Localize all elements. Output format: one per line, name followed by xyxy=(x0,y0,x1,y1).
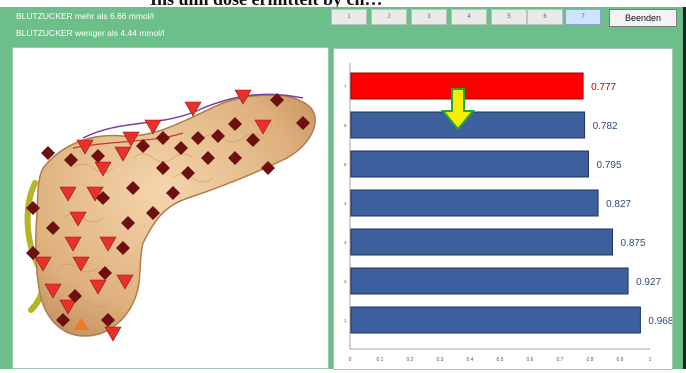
x-tick-label: 0 xyxy=(349,357,352,363)
x-tick-label: 0.4 xyxy=(467,357,474,363)
x-tick-label: 0.5 xyxy=(497,357,504,363)
bar-value-label: 0.795 xyxy=(597,160,622,171)
dose-button-4[interactable]: 4 xyxy=(451,9,487,25)
bar-value-label: 0.927 xyxy=(636,277,661,288)
x-tick-label: 0.9 xyxy=(617,357,624,363)
dose-button-1[interactable]: 1 xyxy=(331,9,367,25)
category-label: 2 xyxy=(344,279,347,284)
x-tick-label: 0.8 xyxy=(587,357,594,363)
bar-5 xyxy=(350,150,589,178)
category-label: 4 xyxy=(344,201,347,206)
end-button[interactable]: Beenden xyxy=(609,9,677,27)
bar-value-label: 0.782 xyxy=(593,121,618,132)
pancreas-illustration xyxy=(24,89,316,342)
pancreas-image-panel xyxy=(12,47,329,369)
bar-7 xyxy=(350,72,584,100)
x-tick-label: 0.3 xyxy=(437,357,444,363)
bar-value-label: 0.968 xyxy=(648,316,672,327)
category-label: 3 xyxy=(344,240,347,245)
dose-button-2[interactable]: 2 xyxy=(371,9,407,25)
marker-triangle xyxy=(104,326,122,342)
bar-value-label: 0.777 xyxy=(591,82,616,93)
dose-button-5[interactable]: 5 xyxy=(491,9,527,25)
category-label: 7 xyxy=(344,84,347,89)
app-window: BLUTZUCKER mehr als 6.66 mmol/l BLUTZUCK… xyxy=(0,7,686,370)
dose-button-6[interactable]: 6 xyxy=(527,9,563,25)
bar-value-label: 0.875 xyxy=(621,238,646,249)
x-tick-label: 0.6 xyxy=(527,357,534,363)
results-chart-panel: 0.777 7 0.782 6 0.795 5 0.827 4 0.875 3 0.927 2 0.96… xyxy=(333,48,673,370)
x-tick-label: 0.2 xyxy=(407,357,414,363)
dose-button-7[interactable]: 7 xyxy=(565,9,601,25)
category-label: 5 xyxy=(344,162,347,167)
bar-value-label: 0.827 xyxy=(606,199,631,210)
category-label: 1 xyxy=(344,318,347,323)
x-tick-label: 1 xyxy=(649,357,652,363)
x-tick-label: 0.7 xyxy=(557,357,564,363)
dose-button-3[interactable]: 3 xyxy=(411,9,447,25)
bar-3 xyxy=(350,228,613,256)
bar-2 xyxy=(350,267,629,295)
bar-4 xyxy=(350,189,599,217)
dose-bar-chart: 0.777 7 0.782 6 0.795 5 0.827 4 0.875 3 0.927 2 0.96… xyxy=(344,63,672,363)
bar-1 xyxy=(350,306,641,334)
x-tick-label: 0.1 xyxy=(377,357,384,363)
threshold-low-text: BLUTZUCKER weniger als 4.44 mmol/l xyxy=(16,28,165,38)
threshold-high-text: BLUTZUCKER mehr als 6.66 mmol/l xyxy=(16,11,154,21)
category-label: 6 xyxy=(344,123,347,128)
